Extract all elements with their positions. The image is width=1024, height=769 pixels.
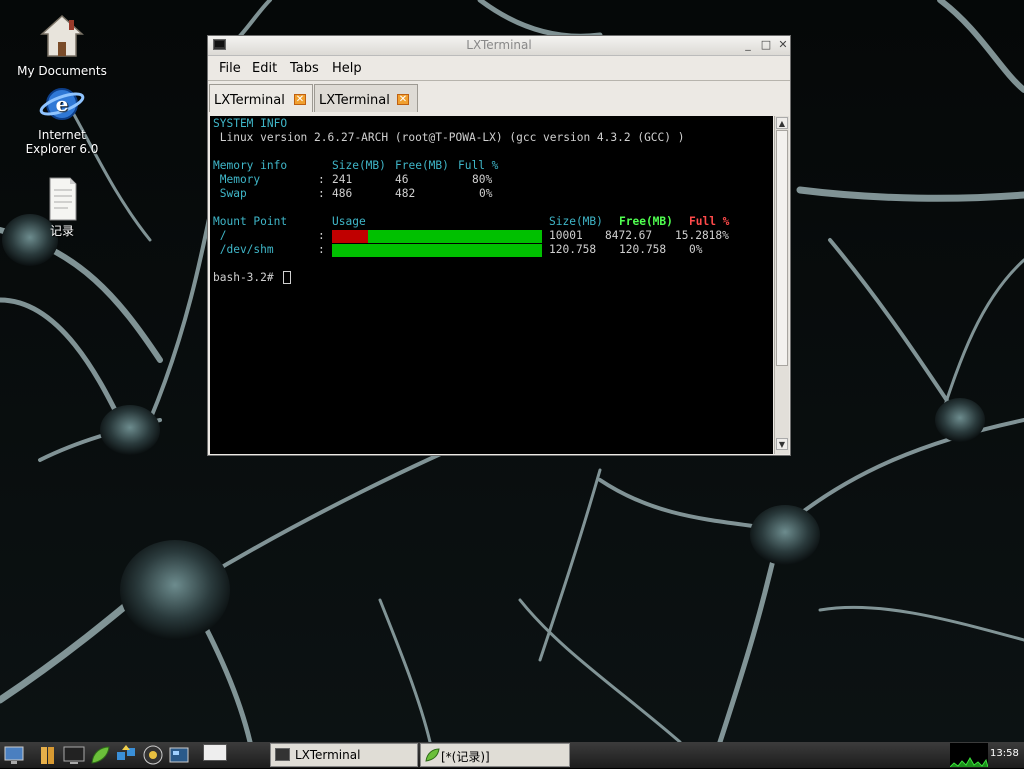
show-desktop-icon[interactable] [3,744,25,766]
mount-size-header: Size(MB) [549,215,603,228]
memory-row-sep: : [318,173,325,186]
lxterminal-window: LXTerminal _ □ ✕ File Edit Tabs Help LXT… [207,35,791,456]
window-title: LXTerminal [466,38,532,52]
swap-row-name: Swap [213,187,247,200]
taskbar-task-leafpad[interactable]: [*(记录)] [420,743,570,767]
terminal-area[interactable]: SYSTEM INFO Linux version 2.6.27-ARCH (r… [210,116,773,454]
disk-usage-used [332,230,368,243]
desktop-icon-label: Internet Explorer 6.0 [25,128,99,156]
menu-file[interactable]: File [219,61,241,76]
menubar: File Edit Tabs Help [208,56,790,81]
shm-row-name: /dev/shm [213,243,274,256]
mount-full-header: Full % [689,215,730,228]
memory-info-label: Memory info [213,159,288,172]
mount-point-label: Mount Point [213,215,288,228]
desktop-icon-label: 记录 [49,224,74,238]
network-icon[interactable] [115,744,137,766]
svg-text:e: e [56,92,69,116]
mount-usage-header: Usage [332,215,366,228]
desktop-icon-my-documents[interactable]: My Documents [14,14,110,78]
scroll-down-arrow-icon[interactable]: ▼ [776,438,788,450]
desktop-icon-label: My Documents [17,64,107,78]
cpu-monitor-graph [950,743,988,767]
tab-close-icon[interactable]: ✕ [397,94,409,105]
file-manager-icon[interactable] [37,744,59,766]
shm-row-size: 120.758 [549,243,597,256]
workspace-pager[interactable] [203,744,227,761]
memory-row-free: 46 [395,173,409,186]
swap-row-full: 0% [479,187,493,200]
tab-lxterminal-2[interactable]: LXTerminal ✕ [314,84,418,112]
mount-row-size: 10001 [549,229,583,242]
task-label: [*(记录)] [441,750,490,764]
desktop-icon-text-file[interactable]: 记录 [14,176,110,238]
minimize-button[interactable]: _ [741,38,755,52]
leafpad-icon [425,748,440,762]
mount-row-free: 8472.67 [605,229,653,242]
memory-row-name: Memory [213,173,261,186]
shm-row-free: 120.758 [619,243,667,256]
memory-row-size: 241 [332,173,353,186]
swap-row-sep: : [318,187,325,200]
scroll-up-arrow-icon[interactable]: ▲ [776,117,788,129]
screen-icon[interactable] [168,744,190,766]
menu-help[interactable]: Help [332,61,362,76]
desktop-icon-internet-explorer[interactable]: e Internet Explorer 6.0 [14,82,110,156]
media-player-icon[interactable] [142,744,164,766]
swap-row-size: 486 [332,187,353,200]
text-file-icon [38,176,86,222]
maximize-button[interactable]: □ [759,38,773,52]
linux-version-line: Linux version 2.6.27-ARCH (root@T-POWA-L… [213,131,685,144]
tab-bar: LXTerminal ✕ LXTerminal ✕ [208,82,790,114]
terminal-monitor-icon[interactable] [63,744,85,766]
terminal-cursor [283,271,291,284]
mount-free-header: Free(MB) [619,215,673,228]
menu-tabs[interactable]: Tabs [290,61,319,76]
menu-edit[interactable]: Edit [252,61,277,76]
close-button[interactable]: ✕ [776,38,790,52]
terminal-icon [275,748,290,762]
mount-row-full: 15.2818% [675,229,729,242]
taskbar: LXTerminal [*(记录)] 13:58 [0,742,1024,768]
scrollbar-thumb[interactable] [776,130,788,366]
leafpad-icon[interactable] [89,744,111,766]
shm-row-full: 0% [689,243,703,256]
tab-close-icon[interactable]: ✕ [294,94,306,105]
tab-label: LXTerminal [214,93,285,108]
disk-usage-bar-shm [332,244,542,257]
memory-free-header: Free(MB) [395,159,449,172]
tab-label: LXTerminal [319,93,390,108]
terminal-scrollbar[interactable]: ▲ ▼ [774,116,789,454]
internet-explorer-icon: e [38,82,86,126]
disk-usage-bar-root [332,230,542,243]
mount-row-sep: : [318,229,325,242]
shell-prompt: bash-3.2# [213,271,274,284]
mount-row-name: / [213,229,227,242]
shm-row-sep: : [318,243,325,256]
tab-lxterminal-1[interactable]: LXTerminal ✕ [209,84,313,112]
window-titlebar[interactable]: LXTerminal _ □ ✕ [208,36,790,56]
memory-size-header: Size(MB) [332,159,386,172]
memory-full-header: Full % [458,159,499,172]
home-icon [38,14,86,62]
taskbar-task-lxterminal[interactable]: LXTerminal [270,743,418,767]
system-info-header: SYSTEM INFO [213,117,288,130]
swap-row-free: 482 [395,187,416,200]
task-label: LXTerminal [295,748,361,762]
memory-row-full: 80% [472,173,493,186]
clock: 13:58 [990,748,1019,759]
